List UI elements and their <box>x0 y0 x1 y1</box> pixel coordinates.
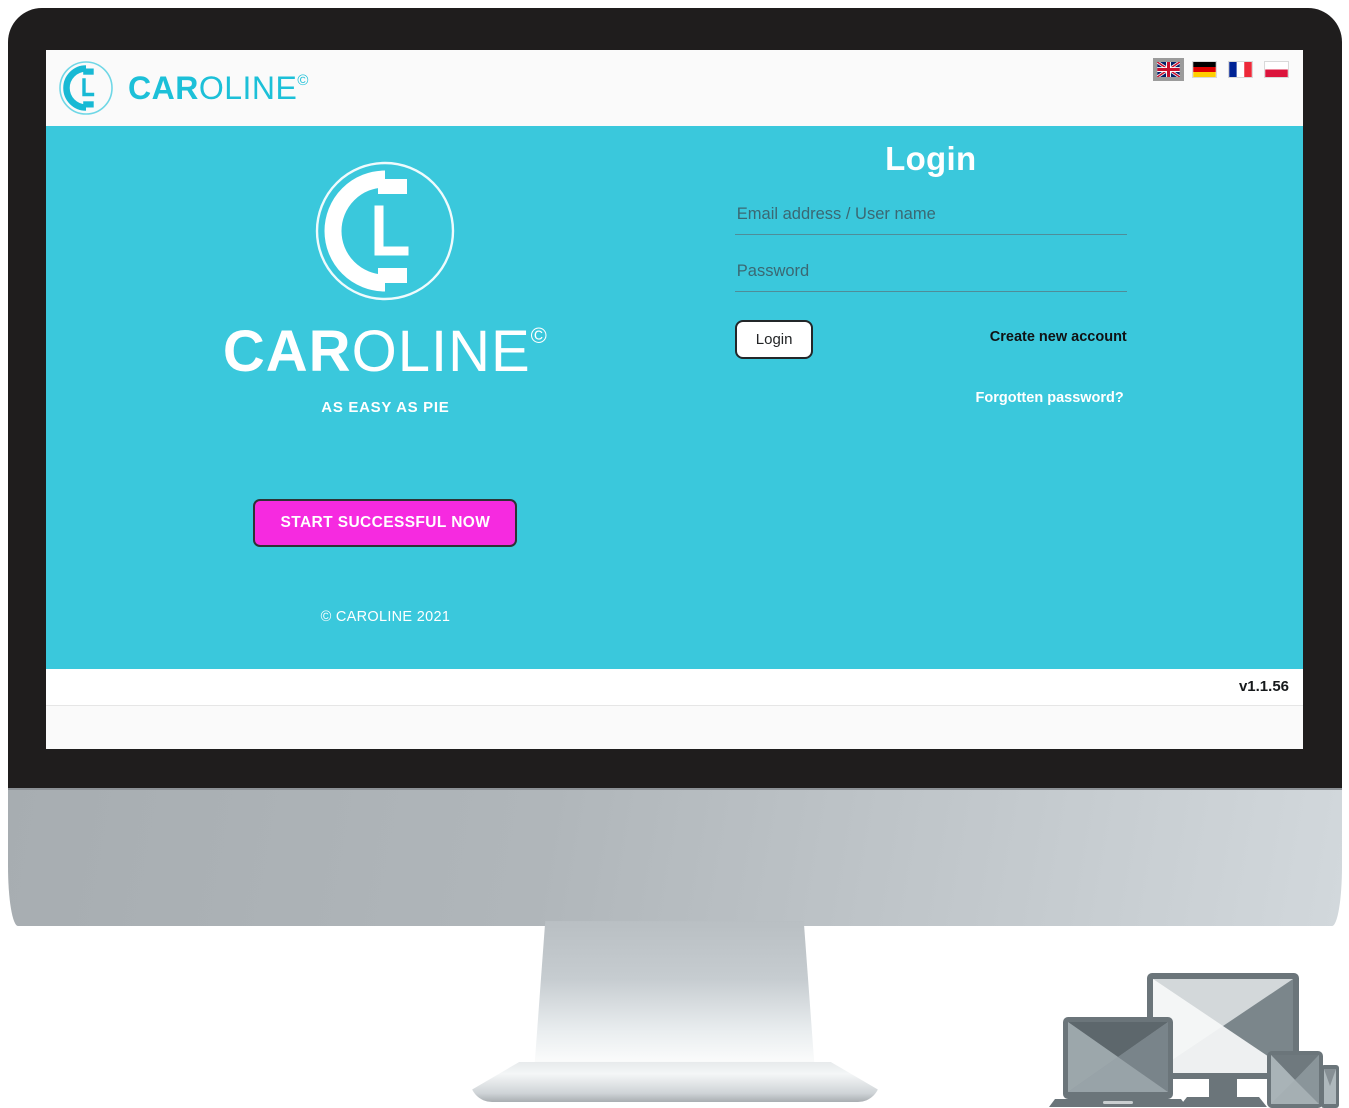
screenshot-stage: CAR OLINE © CAR OLINE © AS EASY AS PIE S… <box>0 0 1349 1108</box>
create-new-account-link[interactable]: Create new account <box>990 329 1127 345</box>
brand-logo[interactable]: CAR OLINE © <box>58 60 309 116</box>
monitor-stand-foot <box>470 1062 880 1102</box>
language-switcher[interactable] <box>1153 58 1289 81</box>
language-flag-fr[interactable] <box>1228 61 1253 78</box>
caroline-logo-icon <box>58 60 114 116</box>
password-input[interactable] <box>734 261 1127 292</box>
hero-copyright-mark: © <box>530 323 548 348</box>
start-successful-now-button[interactable]: START SUCCESSFUL NOW <box>253 499 518 547</box>
monitor-stand-neck <box>534 921 815 1073</box>
language-flag-pl[interactable] <box>1264 61 1289 78</box>
language-flag-en[interactable] <box>1153 58 1184 81</box>
hero-tagline: AS EASY AS PIE <box>321 399 450 416</box>
hero-wordmark: CAR OLINE © <box>223 323 548 381</box>
forgotten-password-link[interactable]: Forgotten password? <box>976 390 1124 406</box>
username-field-wrapper <box>734 205 1127 235</box>
hero-section: CAR OLINE © AS EASY AS PIE START SUCCESS… <box>46 126 1303 669</box>
caroline-hero-logo-icon <box>312 158 458 304</box>
browser-screen: CAR OLINE © CAR OLINE © AS EASY AS PIE S… <box>46 50 1303 749</box>
brand-wordmark: CAR OLINE © <box>128 72 309 104</box>
username-input[interactable] <box>734 205 1127 235</box>
app-version-label: v1.1.56 <box>1238 678 1289 695</box>
login-submit-button[interactable]: Login <box>734 319 814 359</box>
hero-wordmark-thin: OLINE <box>351 319 531 384</box>
brand-copyright-mark: © <box>297 72 309 89</box>
responsive-devices-icon <box>1049 965 1339 1108</box>
hero-copyright-text: © CAROLINE 2021 <box>320 609 451 625</box>
login-actions-row: Login Create new account <box>734 319 1127 359</box>
forgotten-password-row: Forgotten password? <box>735 389 1127 407</box>
hero-branding-column: CAR OLINE © AS EASY AS PIE START SUCCESS… <box>46 126 725 669</box>
brand-wordmark-bold: CAR <box>128 70 199 106</box>
password-field-wrapper <box>734 261 1127 292</box>
page-bottom-bar <box>46 705 1303 749</box>
login-column: Login Login Create new account Forgotten… <box>725 126 1303 669</box>
login-form: Login Login Create new account Forgotten… <box>734 140 1127 407</box>
login-title: Login <box>885 140 977 177</box>
app-header: CAR OLINE © <box>46 50 1303 126</box>
hero-wordmark-bold: CAR <box>222 319 352 384</box>
monitor-chin <box>8 790 1342 926</box>
language-flag-de[interactable] <box>1192 61 1217 78</box>
brand-wordmark-thin: OLINE <box>198 70 298 106</box>
version-bar: v1.1.56 <box>46 668 1303 706</box>
